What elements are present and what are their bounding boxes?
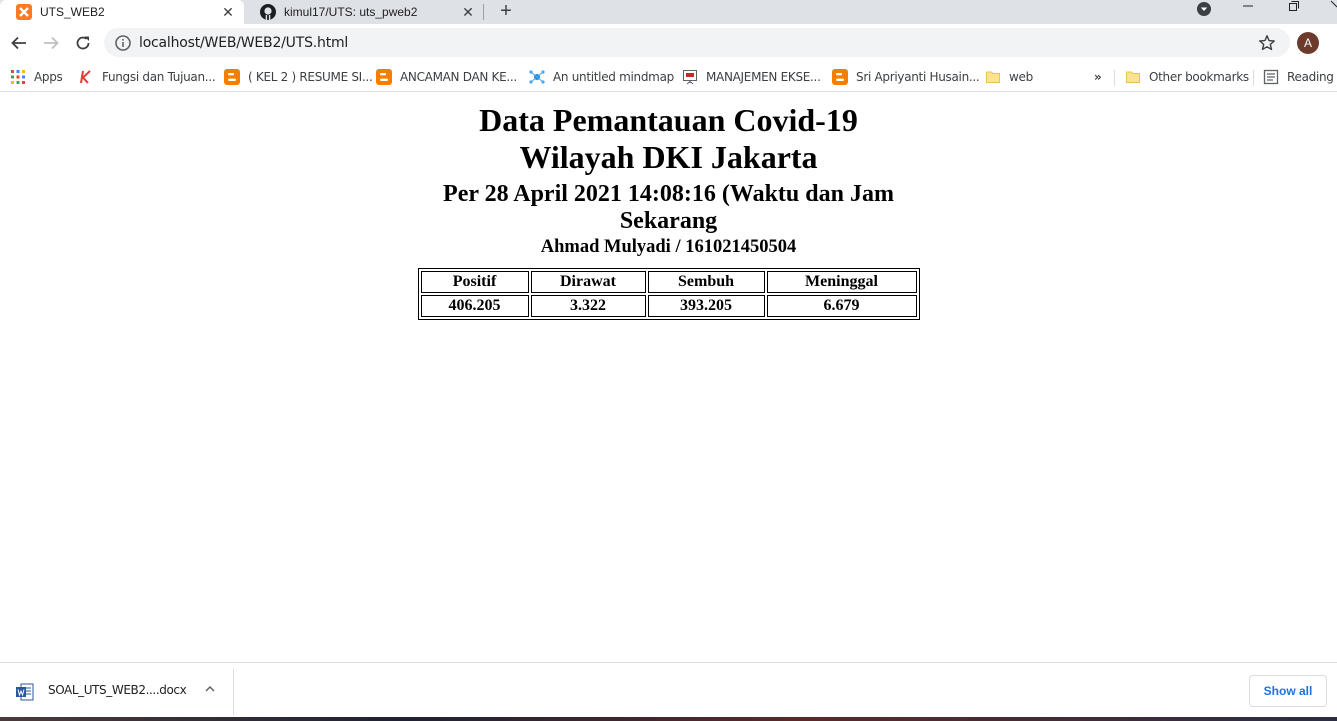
tab-title: kimul17/UTS: uts_pweb2	[284, 5, 418, 19]
bookmarks-divider	[1253, 70, 1254, 86]
apps-grid-icon	[10, 69, 26, 85]
address-bar[interactable]: localhost/WEB/WEB2/UTS.html	[104, 28, 1290, 57]
reading-list-icon	[1263, 69, 1279, 85]
page-content: Data Pemantauan Covid-19 Wilayah DKI Jak…	[0, 93, 1337, 662]
blogger-icon	[376, 69, 392, 85]
blogger-icon	[832, 69, 848, 85]
bookmark-mindmap[interactable]: An untitled mindmap	[529, 68, 674, 86]
bookmark-apps[interactable]: Apps	[10, 68, 63, 86]
folder-icon	[1125, 69, 1141, 85]
bookmark-web-folder[interactable]: web	[985, 68, 1033, 86]
tab-title: UTS_WEB2	[40, 5, 105, 19]
table-header-cell: Positif	[420, 271, 529, 293]
back-arrow-icon	[11, 36, 26, 50]
bookmarks-divider	[1114, 70, 1115, 86]
table-header-row: Positif Dirawat Sembuh Meninggal	[420, 271, 917, 293]
profile-avatar[interactable]: A	[1297, 32, 1319, 54]
bookmark-ancaman[interactable]: ANCAMAN DAN KE...	[376, 68, 517, 86]
reload-button[interactable]	[69, 29, 97, 57]
tab-divider	[483, 4, 484, 20]
bookmark-star-icon[interactable]	[1258, 34, 1276, 52]
close-window-button[interactable]	[1317, 0, 1337, 24]
close-tab-icon[interactable]: ✕	[460, 4, 476, 20]
forward-button[interactable]	[37, 29, 65, 57]
bookmarks-overflow-button[interactable]: »	[1094, 68, 1102, 86]
table-cell: 6.679	[766, 295, 917, 317]
table-cell: 3.322	[530, 295, 646, 317]
author-line: Ahmad Mulyadi / 161021450504	[540, 237, 797, 257]
table-header-cell: Sembuh	[647, 271, 765, 293]
page-title-line2: Wilayah DKI Jakarta	[519, 139, 818, 175]
bookmark-kel2[interactable]: ( KEL 2 ) RESUME SI...	[224, 68, 373, 86]
covid-data-table: Positif Dirawat Sembuh Meninggal 406.205…	[417, 268, 920, 320]
tab-github[interactable]: kimul17/UTS: uts_pweb2 ✕	[244, 0, 484, 24]
mindmap-icon	[529, 69, 545, 85]
new-tab-button[interactable]: +	[494, 0, 518, 24]
page-subtitle: Per 28 April 2021 14:08:16 (Waktu dan Ja…	[443, 181, 894, 234]
download-shelf: SOAL_UTS_WEB2....docx Show all	[0, 662, 1337, 721]
table-cell: 393.205	[647, 295, 765, 317]
table-cell: 406.205	[420, 295, 529, 317]
bookmark-label: Fungsi dan Tujuan...	[102, 70, 216, 84]
presentation-icon	[682, 69, 698, 85]
bookmark-label: Sri Apriyanti Husain...	[856, 70, 980, 84]
blogger-icon	[224, 69, 240, 85]
word-doc-icon	[16, 683, 34, 701]
show-all-button[interactable]: Show all	[1249, 675, 1327, 707]
download-file-name: SOAL_UTS_WEB2....docx	[48, 683, 187, 697]
minimize-button[interactable]	[1228, 0, 1268, 24]
reading-list[interactable]: Reading li	[1263, 68, 1337, 86]
tab-search-icon	[1197, 2, 1211, 16]
bookmark-fungsi[interactable]: Fungsi dan Tujuan...	[78, 68, 216, 86]
reload-icon	[76, 36, 90, 50]
minimize-icon	[1243, 5, 1253, 7]
other-bookmarks[interactable]: Other bookmarks	[1125, 68, 1249, 86]
download-item[interactable]: SOAL_UTS_WEB2....docx	[0, 669, 234, 715]
bookmark-label: MANAJEMEN EKSE...	[706, 70, 821, 84]
table-row: 406.205 3.322 393.205 6.679	[420, 295, 917, 317]
back-button[interactable]	[5, 29, 33, 57]
bookmark-label: Other bookmarks	[1149, 70, 1249, 84]
taskbar-edge	[0, 717, 1337, 721]
chevron-up-icon[interactable]	[202, 681, 218, 697]
bookmark-label: Apps	[34, 70, 63, 84]
bookmark-sri[interactable]: Sri Apriyanti Husain...	[832, 68, 980, 86]
tab-uts-web2[interactable]: UTS_WEB2 ✕	[0, 0, 244, 24]
table-header-cell: Meninggal	[766, 271, 917, 293]
restore-button[interactable]	[1274, 0, 1314, 24]
xampp-icon	[16, 4, 32, 20]
bookmarks-bar: Apps Fungsi dan Tujuan... ( KEL 2 ) RESU…	[0, 62, 1337, 92]
tab-search-button[interactable]	[1184, 0, 1224, 24]
bookmark-label: An untitled mindmap	[553, 70, 674, 84]
bookmark-label: ANCAMAN DAN KE...	[400, 70, 517, 84]
url-text[interactable]: localhost/WEB/WEB2/UTS.html	[139, 35, 348, 51]
forward-arrow-icon	[44, 36, 59, 50]
bookmark-label: Reading li	[1287, 70, 1337, 84]
page-title-line1: Data Pemantauan Covid-19	[479, 102, 858, 138]
bookmark-label: web	[1009, 70, 1033, 84]
github-icon	[260, 4, 276, 20]
restore-icon	[1289, 1, 1299, 11]
k-logo-icon	[78, 69, 94, 85]
browser-toolbar: localhost/WEB/WEB2/UTS.html A	[0, 24, 1337, 62]
site-info-icon[interactable]	[114, 34, 132, 52]
bookmark-label: ( KEL 2 ) RESUME SI...	[248, 70, 373, 84]
folder-icon	[985, 69, 1001, 85]
close-window-icon	[1330, 0, 1337, 8]
close-tab-icon[interactable]: ✕	[220, 4, 236, 20]
tab-strip: UTS_WEB2 ✕ kimul17/UTS: uts_pweb2 ✕ +	[0, 0, 1337, 24]
bookmark-manajemen[interactable]: MANAJEMEN EKSE...	[682, 68, 821, 86]
table-header-cell: Dirawat	[530, 271, 646, 293]
